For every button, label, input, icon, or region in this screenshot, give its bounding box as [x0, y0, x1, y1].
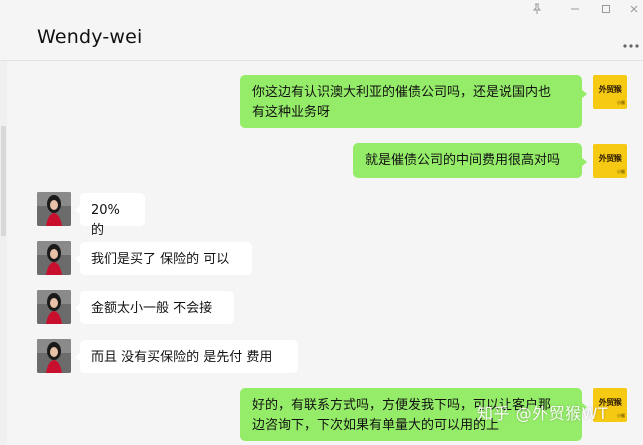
chat-area: 你这边有认识澳大利亚的催债公司吗，还是说国内也 有这种业务呀 外贸猴 小猴 就是… [0, 61, 643, 445]
avatar-sub-text: 小猴 [617, 169, 625, 174]
watermark: 知乎 @外贸猴WT [477, 404, 609, 423]
message-text-line: 我们是买了 保险的 可以 [91, 252, 230, 267]
contact-avatar[interactable] [37, 192, 71, 226]
contact-avatar[interactable] [37, 241, 71, 275]
contact-avatar[interactable] [37, 339, 71, 373]
message-text-line: 20% 的 [91, 203, 120, 238]
message-bubble-sent[interactable]: 你这边有认识澳大利亚的催债公司吗，还是说国内也 有这种业务呀 [240, 75, 587, 128]
message-text-line: 就是催债公司的中间费用很高对吗 [365, 153, 561, 168]
contact-avatar[interactable] [37, 290, 71, 324]
message-bubble-received[interactable]: 我们是买了 保险的 可以 [75, 242, 252, 275]
pin-icon[interactable] [531, 3, 543, 19]
avatar-logo-text: 外贸猴 [598, 85, 622, 94]
message-bubble-received[interactable]: 20% 的 [75, 193, 145, 238]
message-bubble-received[interactable]: 金额太小一般 不会接 [75, 291, 234, 324]
minimize-icon[interactable] [569, 3, 581, 19]
close-icon[interactable] [628, 3, 640, 19]
my-avatar[interactable]: 外贸猴 小猴 [593, 144, 627, 178]
maximize-icon[interactable] [600, 3, 612, 19]
message-text-line: 而且 没有买保险的 是先付 费用 [91, 350, 273, 365]
portrait-icon [37, 192, 71, 226]
message-bubble-sent[interactable]: 就是催债公司的中间费用很高对吗 [353, 143, 587, 178]
message-text-line: 有这种业务呀 [252, 105, 331, 120]
portrait-icon [37, 339, 71, 373]
message-bubble-received[interactable]: 而且 没有买保险的 是先付 费用 [75, 340, 298, 373]
portrait-icon [37, 290, 71, 324]
avatar-sub-text: 小猴 [617, 413, 625, 418]
message-text-line: 你这边有认识澳大利亚的催债公司吗，还是说国内也 [252, 85, 552, 100]
avatar-sub-text: 小猴 [617, 100, 625, 105]
more-icon[interactable] [622, 34, 640, 53]
message-text-line: 金额太小一般 不会接 [91, 301, 213, 316]
chat-title: Wendy-wei [37, 26, 143, 48]
chat-header: Wendy-wei [0, 0, 643, 61]
my-avatar[interactable]: 外贸猴 小猴 [593, 75, 627, 109]
portrait-icon [37, 241, 71, 275]
avatar-logo-text: 外贸猴 [598, 154, 622, 163]
